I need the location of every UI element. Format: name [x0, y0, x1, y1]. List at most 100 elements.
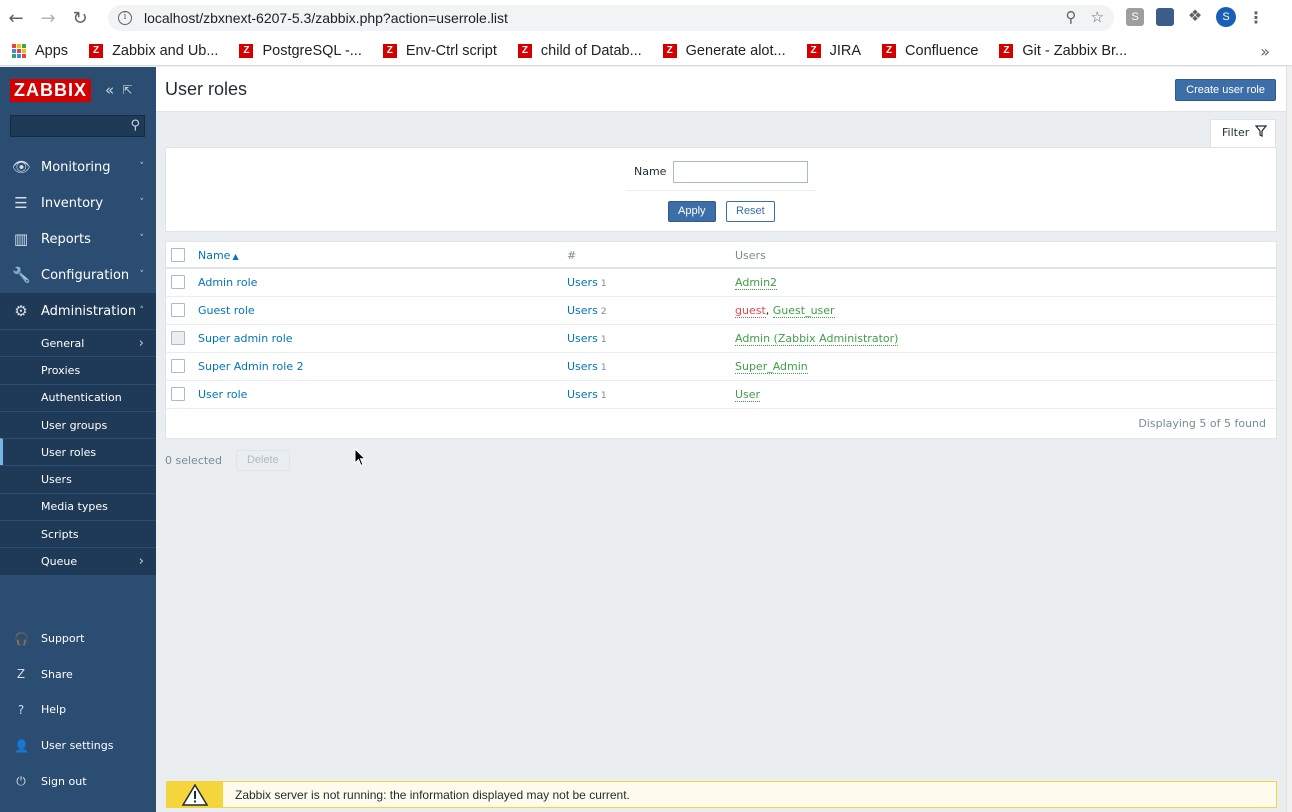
- submenu-item-queue[interactable]: Queue ›: [0, 547, 156, 574]
- address-bar[interactable]: i localhost/zbxnext-6207-5.3/zabbix.php?…: [108, 5, 1114, 31]
- forward-button[interactable]: →: [32, 0, 64, 36]
- sort-asc-icon: ▲: [232, 252, 239, 261]
- chevron-down-icon: ˅: [139, 162, 145, 172]
- bookmark-7[interactable]: Z Confluence: [882, 43, 978, 59]
- bookmark-star-icon[interactable]: ☆: [1091, 8, 1104, 26]
- users-link[interactable]: Users: [567, 304, 598, 317]
- submenu-item-general[interactable]: General ›: [0, 329, 156, 356]
- bookmark-label[interactable]: PostgreSQL -...: [262, 43, 361, 59]
- user-link[interactable]: Admin (Zabbix Administrator): [735, 332, 899, 346]
- site-info-icon[interactable]: i: [118, 11, 132, 25]
- apps-grid-icon: [12, 43, 26, 58]
- role-name-link[interactable]: Guest role: [198, 304, 255, 317]
- submenu-item-user-groups[interactable]: User groups: [0, 410, 156, 438]
- bookmark-label[interactable]: JIRA: [830, 43, 861, 59]
- submenu-item-users[interactable]: Users: [0, 465, 156, 492]
- reset-button[interactable]: Reset: [726, 201, 775, 222]
- zoom-icon[interactable]: ⚲: [1066, 8, 1077, 26]
- main-menu: 👁 Monitoring ˅ ☰ Inventory ˅ ▥ Reports ˅ 🔧 Configu…: [0, 149, 156, 575]
- role-name-link[interactable]: Super Admin role 2: [198, 360, 304, 373]
- row-checkbox[interactable]: [171, 275, 185, 289]
- reload-button[interactable]: ↻: [64, 0, 96, 36]
- submenu-item-media-types[interactable]: Media types: [0, 492, 156, 520]
- apply-button[interactable]: Apply: [668, 201, 716, 222]
- bookmark-3[interactable]: Z Env-Ctrl script: [382, 43, 497, 59]
- bookmark-1[interactable]: Z Zabbix and Ub...: [89, 43, 218, 59]
- kiosk-mode-icon[interactable]: ⇱: [122, 83, 132, 97]
- help-icon: ?: [17, 702, 25, 717]
- bookmarks-overflow-icon[interactable]: »: [1260, 42, 1270, 61]
- bookmark-5[interactable]: Z Generate alot...: [662, 43, 786, 59]
- users-link[interactable]: Users: [567, 360, 598, 373]
- users-link[interactable]: Users: [567, 332, 598, 345]
- user-link[interactable]: Super_Admin: [735, 360, 808, 374]
- users-count: 2: [600, 307, 607, 317]
- table-header-row: Name ▲ # Users: [166, 242, 1276, 269]
- role-name-link[interactable]: Admin role: [198, 276, 257, 289]
- delete-button[interactable]: Delete: [235, 449, 290, 471]
- bookmark-label[interactable]: Zabbix and Ub...: [112, 43, 218, 59]
- extensions-puzzle-icon[interactable]: ❖: [1186, 8, 1204, 26]
- row-checkbox[interactable]: [171, 303, 185, 317]
- browser-menu-icon[interactable]: ⋮: [1248, 8, 1264, 27]
- sidebar-bottom-user-settings[interactable]: 👤 User settings: [0, 728, 156, 764]
- sidebar-item-configuration[interactable]: 🔧 Configuration ˅: [0, 257, 156, 293]
- table-row: User role Users 1 User: [166, 381, 1276, 409]
- role-name-link[interactable]: Super admin role: [198, 332, 293, 345]
- collapse-sidebar-icon[interactable]: «: [105, 81, 114, 99]
- bookmark-label[interactable]: child of Datab...: [541, 43, 642, 59]
- row-checkbox[interactable]: [171, 359, 185, 373]
- sidebar-item-inventory[interactable]: ☰ Inventory ˅: [0, 185, 156, 221]
- submenu-item-scripts[interactable]: Scripts: [0, 520, 156, 547]
- page-title: User roles: [165, 79, 248, 99]
- bookmark-2[interactable]: Z PostgreSQL -...: [239, 43, 362, 59]
- user-link[interactable]: Admin2: [735, 276, 778, 290]
- submenu-item-user-roles[interactable]: User roles: [0, 438, 156, 466]
- sidebar-bottom-label: User settings: [41, 739, 114, 753]
- bookmark-6[interactable]: Z JIRA: [806, 43, 861, 59]
- url-text[interactable]: localhost/zbxnext-6207-5.3/zabbix.php?ac…: [144, 10, 508, 26]
- create-user-role-button[interactable]: Create user role: [1175, 79, 1276, 101]
- users-link[interactable]: Users: [567, 388, 598, 401]
- filter-tab[interactable]: Filter: [1210, 119, 1276, 147]
- profile-avatar[interactable]: S: [1216, 7, 1236, 27]
- user-link[interactable]: Guest_user: [772, 304, 835, 318]
- sidebar-bottom-sign-out[interactable]: ⏻ Sign out: [0, 763, 156, 799]
- sidebar-bottom-help[interactable]: ? Help: [0, 692, 156, 728]
- select-all-checkbox[interactable]: [171, 248, 185, 262]
- submenu-item-proxies[interactable]: Proxies: [0, 356, 156, 383]
- user-link[interactable]: User: [735, 388, 761, 402]
- sidebar-bottom-share[interactable]: Z Share: [0, 657, 156, 693]
- extension-s-icon[interactable]: S: [1126, 8, 1144, 26]
- bookmark-4[interactable]: Zchild of Datab...: [517, 43, 642, 59]
- chevron-down-icon: ˅: [139, 198, 145, 208]
- sidebar-item-monitoring[interactable]: 👁 Monitoring ˅: [0, 149, 156, 185]
- sidebar-item-administration[interactable]: ⚙ Administration ˄: [0, 293, 156, 329]
- sidebar-bottom-support[interactable]: 🎧 Support: [0, 621, 156, 657]
- zabbix-logo[interactable]: ZABBIX: [10, 78, 91, 102]
- user-link[interactable]: guest: [735, 304, 766, 318]
- user-roles-table: Name ▲ # Users Admin role Users 1 Admin2 Gues…: [165, 241, 1277, 439]
- row-checkbox[interactable]: [171, 387, 185, 401]
- users-link[interactable]: Users: [567, 276, 598, 289]
- bookmark-0[interactable]: Apps: [12, 43, 68, 59]
- bookmark-label[interactable]: Confluence: [905, 43, 978, 59]
- headset-icon: 🎧: [14, 631, 29, 646]
- bookmark-8[interactable]: Z Git - Zabbix Br...: [999, 43, 1127, 59]
- submenu-item-authentication[interactable]: Authentication: [0, 383, 156, 411]
- table-footer-count: Displaying 5 of 5 found: [1138, 417, 1266, 430]
- role-name-link[interactable]: User role: [198, 388, 247, 401]
- extension-monitor-icon[interactable]: [1156, 8, 1174, 26]
- page-scrollbar[interactable]: [1286, 67, 1292, 812]
- sidebar-search-input[interactable]: ⚲: [10, 115, 145, 137]
- users-count: 1: [600, 335, 607, 345]
- bookmark-label[interactable]: Git - Zabbix Br...: [1022, 43, 1127, 59]
- bookmark-label[interactable]: Apps: [35, 43, 68, 59]
- back-button[interactable]: ←: [0, 0, 32, 36]
- bookmark-label[interactable]: Env-Ctrl script: [406, 43, 497, 59]
- bookmark-label[interactable]: Generate alot...: [686, 43, 786, 59]
- search-icon[interactable]: ⚲: [130, 118, 140, 133]
- filter-name-input[interactable]: [673, 161, 808, 183]
- name-column-header[interactable]: Name ▲: [198, 249, 239, 262]
- sidebar-item-reports[interactable]: ▥ Reports ˅: [0, 221, 156, 257]
